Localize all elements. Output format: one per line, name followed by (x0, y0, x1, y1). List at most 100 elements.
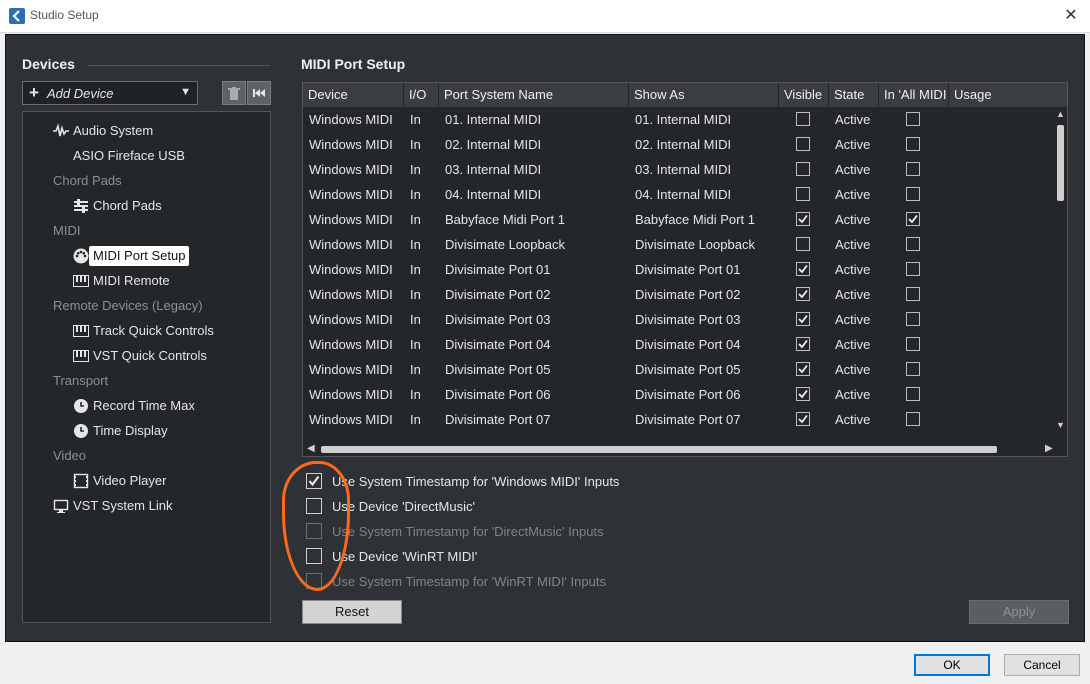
horizontal-scroll-thumb[interactable] (321, 446, 997, 453)
cell-show-as[interactable]: Divisimate Port 06 (629, 382, 779, 407)
visible-checkbox[interactable] (796, 187, 810, 201)
in-all-midi-inputs-checkbox[interactable] (906, 237, 920, 251)
table-row[interactable]: Windows MIDI In 04. Internal MIDI 04. Inter… (303, 182, 1055, 207)
plus-icon: + (29, 83, 39, 102)
scroll-up-icon[interactable]: ▲ (1056, 109, 1065, 119)
cell-device: Windows MIDI (309, 337, 393, 352)
table-row[interactable]: Windows MIDI In Divisimate Port 05 Divisima… (303, 357, 1055, 382)
in-all-midi-inputs-checkbox[interactable] (906, 412, 920, 426)
in-all-midi-inputs-checkbox[interactable] (906, 262, 920, 276)
column-header-state[interactable]: State (829, 83, 879, 107)
table-row[interactable]: Windows MIDI In Divisimate Port 02 Divisima… (303, 282, 1055, 307)
scroll-down-icon[interactable]: ▼ (1056, 420, 1065, 430)
column-header-visible[interactable]: Visible (779, 83, 829, 107)
visible-checkbox[interactable] (796, 337, 810, 351)
column-header-show-as[interactable]: Show As (629, 83, 779, 107)
visible-checkbox[interactable] (796, 137, 810, 151)
scroll-left-icon[interactable]: ◀ (307, 443, 315, 454)
cell-device: Windows MIDI (309, 187, 393, 202)
cell-show-as[interactable]: 04. Internal MIDI (629, 182, 779, 207)
cell-port-system-name: 04. Internal MIDI (445, 187, 542, 202)
table-row[interactable]: Windows MIDI In 02. Internal MIDI 02. Inter… (303, 132, 1055, 157)
cell-show-as[interactable]: Divisimate Loopback (629, 232, 779, 257)
visible-checkbox[interactable] (796, 362, 810, 376)
clock-icon (74, 399, 88, 413)
cell-show-as[interactable]: Divisimate Port 07 (629, 407, 779, 432)
visible-checkbox[interactable] (796, 262, 810, 276)
checkbox-use-device-winrt-midi[interactable] (306, 548, 322, 564)
column-header-device[interactable]: Device (303, 83, 404, 107)
in-all-midi-inputs-checkbox[interactable] (906, 212, 920, 226)
cell-io: In (410, 287, 421, 302)
visible-checkbox[interactable] (796, 312, 810, 326)
film-icon (73, 473, 89, 489)
checkmark-icon (798, 314, 808, 324)
table-row[interactable]: Windows MIDI In Babyface Midi Port 1 Babyfa… (303, 207, 1055, 232)
visible-checkbox[interactable] (796, 112, 810, 126)
column-header-io[interactable]: I/O (404, 83, 439, 107)
table-row[interactable]: Windows MIDI In Divisimate Port 03 Divisima… (303, 307, 1055, 332)
cell-io: In (410, 337, 421, 352)
in-all-midi-inputs-checkbox[interactable] (906, 112, 920, 126)
cell-show-as[interactable]: Divisimate Port 02 (629, 282, 779, 307)
visible-checkbox[interactable] (796, 237, 810, 251)
cell-show-as[interactable]: 03. Internal MIDI (629, 157, 779, 182)
cell-state: Active (835, 137, 871, 152)
ok-button[interactable]: OK (914, 654, 990, 676)
cell-show-as[interactable]: Divisimate Port 01 (629, 257, 779, 282)
checkmark-icon (798, 214, 808, 224)
visible-checkbox[interactable] (796, 212, 810, 226)
in-all-midi-inputs-checkbox[interactable] (906, 337, 920, 351)
close-button[interactable]: ✕ (1060, 5, 1082, 27)
add-device-label: Add Device (47, 86, 114, 101)
reset-button[interactable]: Reset (302, 600, 402, 624)
cell-device: Windows MIDI (309, 387, 393, 402)
table-row[interactable]: Windows MIDI In Divisimate Loopback Divisim… (303, 232, 1055, 257)
table-row[interactable]: Windows MIDI In Divisimate Port 07 Divisima… (303, 407, 1055, 432)
checkmark-icon (798, 364, 808, 374)
in-all-midi-inputs-checkbox[interactable] (906, 137, 920, 151)
table-row[interactable]: Windows MIDI In 01. Internal MIDI 01. Inter… (303, 107, 1055, 132)
column-header-usage[interactable]: Usage (949, 83, 1067, 107)
cancel-button[interactable]: Cancel (1004, 654, 1080, 676)
remove-device-button[interactable] (222, 81, 246, 105)
checkbox-system-timestamp-directmusic (306, 523, 322, 539)
cell-show-as[interactable]: 01. Internal MIDI (629, 107, 779, 132)
checkmark-icon (308, 475, 320, 487)
cell-show-as[interactable]: Divisimate Port 05 (629, 357, 779, 382)
table-row[interactable]: Windows MIDI In 03. Internal MIDI 03. Inter… (303, 157, 1055, 182)
vertical-scrollbar[interactable]: ▲ ▼ (1053, 107, 1067, 432)
in-all-midi-inputs-checkbox[interactable] (906, 287, 920, 301)
reset-device-button[interactable] (247, 81, 271, 105)
cell-port-system-name: 02. Internal MIDI (445, 137, 542, 152)
clock-icon (74, 424, 88, 438)
in-all-midi-inputs-checkbox[interactable] (906, 387, 920, 401)
visible-checkbox[interactable] (796, 287, 810, 301)
keyboard-icon (73, 325, 89, 337)
add-device-dropdown[interactable]: + Add Device ▼ (22, 81, 198, 105)
visible-checkbox[interactable] (796, 387, 810, 401)
scroll-right-icon[interactable]: ▶ (1045, 443, 1053, 454)
in-all-midi-inputs-checkbox[interactable] (906, 362, 920, 376)
visible-checkbox[interactable] (796, 162, 810, 176)
tree-category-video: Video (53, 448, 87, 463)
checkbox-system-timestamp-windows-midi[interactable] (306, 473, 322, 489)
cell-show-as[interactable]: Babyface Midi Port 1 (629, 207, 779, 232)
vertical-scroll-thumb[interactable] (1057, 125, 1064, 201)
table-row[interactable]: Windows MIDI In Divisimate Port 06 Divisima… (303, 382, 1055, 407)
cell-port-system-name: Divisimate Port 01 (445, 262, 551, 277)
cell-show-as[interactable]: 02. Internal MIDI (629, 132, 779, 157)
table-row[interactable]: Windows MIDI In Divisimate Port 04 Divisima… (303, 332, 1055, 357)
checkbox-use-device-directmusic[interactable] (306, 498, 322, 514)
column-header-port-system-name[interactable]: Port System Name (439, 83, 629, 107)
in-all-midi-inputs-checkbox[interactable] (906, 312, 920, 326)
visible-checkbox[interactable] (796, 412, 810, 426)
cell-device: Windows MIDI (309, 312, 393, 327)
cell-show-as[interactable]: Divisimate Port 04 (629, 332, 779, 357)
table-row[interactable]: Windows MIDI In Divisimate Port 01 Divisima… (303, 257, 1055, 282)
horizontal-scrollbar[interactable]: ◀ ▶ (303, 442, 1067, 456)
cell-show-as[interactable]: Divisimate Port 03 (629, 307, 779, 332)
in-all-midi-inputs-checkbox[interactable] (906, 162, 920, 176)
column-header-in-all-midi-inputs[interactable]: In 'All MIDI Inputs' (879, 83, 949, 107)
in-all-midi-inputs-checkbox[interactable] (906, 187, 920, 201)
